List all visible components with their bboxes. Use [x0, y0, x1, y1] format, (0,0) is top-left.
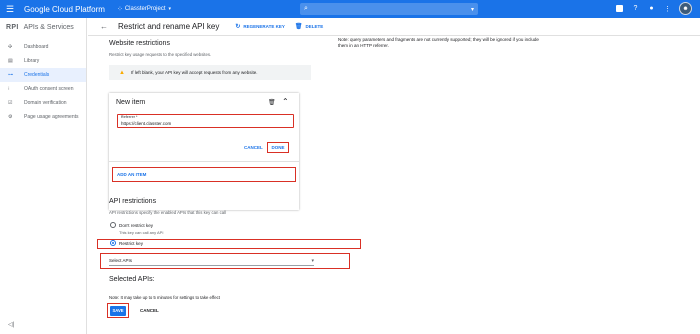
chevron-up-icon[interactable]: ⌃ — [282, 97, 289, 106]
page-title: Restrict and rename API key — [118, 22, 220, 31]
collapse-sidebar-icon[interactable]: ◁| — [8, 321, 14, 328]
trash-icon[interactable]: 🗑 — [268, 99, 276, 106]
search-bar[interactable]: ⌕ ▾ — [300, 3, 478, 15]
sidebar-item-label: Credentials — [24, 72, 50, 78]
hamburger-icon[interactable]: ☰ — [6, 4, 20, 15]
website-restrictions-desc: Restrict key usage requests to the speci… — [109, 52, 212, 57]
sidebar-title: APIs & Services — [23, 23, 74, 31]
restrict-key-radio[interactable]: Restrict key — [110, 240, 143, 246]
divider — [109, 161, 299, 162]
sidebar-item-page-usage[interactable]: ⚙ Page usage agreements — [0, 110, 86, 124]
sidebar-header: RPI APIs & Services — [0, 18, 86, 36]
chevron-down-icon[interactable]: ▾ — [471, 6, 474, 13]
more-icon[interactable]: ⋮ — [663, 4, 672, 13]
dashboard-icon: ✣ — [8, 44, 13, 50]
search-input[interactable] — [307, 6, 471, 12]
save-button[interactable]: SAVE — [110, 305, 126, 316]
sidebar-item-domain[interactable]: ☑ Domain verification — [0, 96, 86, 110]
help-icon[interactable]: ? — [631, 4, 640, 13]
bell-icon[interactable]: ● — [647, 4, 656, 13]
api-badge: RPI — [6, 23, 19, 31]
sidebar-item-label: Library — [24, 58, 40, 64]
referrer-note: Note: query parameters and fragments are… — [338, 37, 539, 48]
radio-selected-icon — [110, 240, 116, 246]
trash-icon: 🗑 — [294, 24, 303, 30]
dont-restrict-radio[interactable]: Don't restrict key — [110, 222, 153, 228]
back-arrow-icon[interactable]: ← — [100, 22, 108, 31]
regenerate-key-button[interactable]: ↻ REGENERATE KEY — [235, 23, 284, 30]
chevron-down-icon: ▾ — [168, 6, 172, 12]
done-button[interactable]: DONE — [267, 142, 289, 153]
regenerate-label: REGENERATE KEY — [243, 24, 285, 29]
cancel-item-button[interactable]: CANCEL — [244, 145, 263, 150]
select-apis-highlight: Select APIs ▾ — [100, 253, 350, 269]
delete-button[interactable]: 🗑 DELETE — [295, 23, 323, 30]
selected-apis-title: Selected APIs: — [109, 276, 155, 283]
main-content: Website restrictions Restrict key usage … — [88, 36, 700, 334]
sidebar: RPI APIs & Services ✣ Dashboard ▤ Librar… — [0, 18, 87, 334]
referrer-field[interactable]: Referrer * — [117, 114, 294, 128]
sidebar-item-credentials[interactable]: ⊶ Credentials — [0, 68, 86, 82]
page-header: ← Restrict and rename API key ↻ REGENERA… — [88, 18, 700, 36]
checkbox-icon: ☑ — [8, 100, 13, 106]
save-highlight: SAVE — [107, 303, 129, 318]
avatar[interactable]: ☻ — [679, 2, 692, 15]
dropdown-arrow-icon: ▾ — [311, 257, 314, 264]
sidebar-item-label: Page usage agreements — [24, 114, 79, 120]
consent-icon: ⁝ — [8, 86, 10, 92]
sidebar-item-oauth[interactable]: ⁝ OAuth consent screen — [0, 82, 86, 96]
warning-banner: ▲ If left blank, your API key will accep… — [109, 65, 311, 80]
dont-restrict-desc: This key can call any API — [119, 230, 164, 235]
project-icon: ⁘ — [116, 6, 123, 13]
key-icon: ⊶ — [8, 72, 13, 78]
warning-icon: ▲ — [119, 69, 125, 76]
api-restrictions-desc: API restrictions specify the enabled API… — [109, 210, 227, 215]
add-item-label: ADD AN ITEM — [117, 172, 147, 177]
done-label: DONE — [271, 145, 285, 150]
new-item-title: New item — [116, 99, 146, 106]
sidebar-item-dashboard[interactable]: ✣ Dashboard — [0, 40, 86, 54]
app-brand[interactable]: Google Cloud Platform — [24, 5, 105, 14]
new-item-card: New item 🗑 ⌃ Referrer * CANCEL DONE ADD … — [109, 93, 299, 210]
radio-label: Don't restrict key — [119, 222, 154, 228]
project-name: ClassterProject — [124, 6, 166, 12]
add-item-button[interactable]: ADD AN ITEM — [112, 167, 296, 182]
sidebar-item-library[interactable]: ▤ Library — [0, 54, 86, 68]
referrer-input[interactable] — [121, 121, 291, 126]
warning-text: If left blank, your API key will accept … — [130, 70, 258, 75]
project-selector[interactable]: ⁘ ClassterProject ▾ — [117, 5, 171, 13]
settings-note: Note: It may take up to 5 minutes for se… — [109, 295, 220, 300]
settings-list-icon: ⚙ — [8, 114, 13, 120]
library-icon: ▤ — [8, 58, 13, 64]
top-app-bar: ☰ Google Cloud Platform ⁘ ClassterProjec… — [0, 0, 700, 18]
sidebar-item-label: OAuth consent screen — [24, 86, 74, 92]
website-restrictions-title: Website restrictions — [109, 40, 170, 47]
select-apis-dropdown[interactable]: Select APIs ▾ — [109, 256, 314, 266]
api-restrictions-title: API restrictions — [109, 198, 157, 205]
delete-label: DELETE — [305, 24, 324, 29]
gift-icon[interactable] — [615, 4, 624, 13]
cancel-button[interactable]: CANCEL — [140, 308, 159, 313]
radio-icon — [110, 222, 116, 228]
sidebar-item-label: Domain verification — [24, 100, 67, 106]
refresh-icon: ↻ — [235, 24, 241, 30]
referrer-label: Referrer * — [121, 115, 138, 119]
radio-label: Restrict key — [119, 240, 143, 246]
select-apis-value: Select APIs — [109, 258, 133, 263]
save-label: SAVE — [112, 308, 124, 313]
sidebar-item-label: Dashboard — [24, 44, 49, 50]
